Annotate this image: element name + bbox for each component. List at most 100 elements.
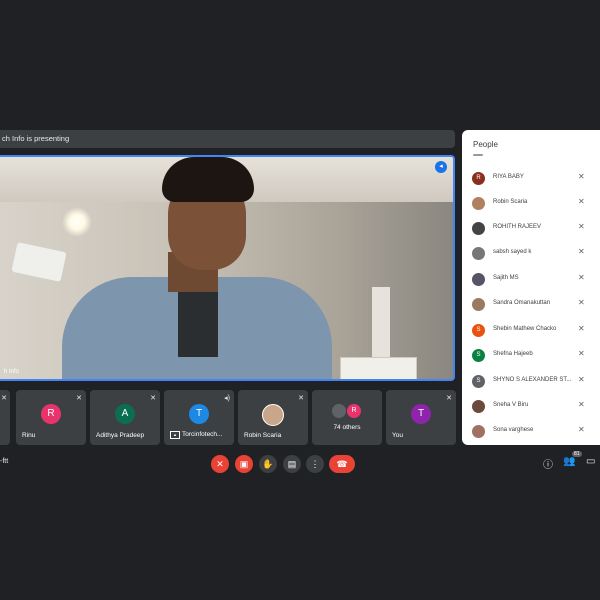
participant-row[interactable]: Robin Scaria ✕ (472, 195, 592, 213)
mic-toggle-button[interactable]: ✕ (211, 455, 229, 473)
mic-off-icon: ✕ (150, 395, 156, 402)
avatar: T (189, 404, 209, 424)
chat-button[interactable]: ▭ (586, 456, 595, 467)
tile-name: Robin Scaria (244, 432, 282, 439)
participant-name: Sajith MS (493, 275, 519, 281)
tile-robin-scaria[interactable]: ✕ Robin Scaria (238, 390, 308, 445)
tile-rinu[interactable]: ✕ R Rinu (16, 390, 86, 445)
mic-off-icon: ✕ (578, 400, 585, 409)
meeting-details-button[interactable]: ⓘ (543, 456, 553, 471)
tile-name: Adithya Pradeep (96, 432, 145, 439)
hangup-icon: ☎ (336, 459, 348, 469)
mic-off-icon: ✕ (578, 247, 585, 256)
people-panel: People R RIYA BABY ✕ Robin Scaria ✕ ROHI… (462, 130, 600, 445)
mic-off-icon: ✕ (578, 298, 585, 307)
participant-avatar: S (472, 324, 485, 337)
presenting-text: ch Info is presenting (2, 134, 70, 143)
speaking-indicator-icon: ◂ (435, 161, 447, 173)
meeting-code: -ftt (0, 458, 9, 465)
participant-avatar (472, 197, 485, 210)
participant-row[interactable]: S SHYNO S ALEXANDER ST... ✕ (472, 373, 592, 391)
tile-name: ▲ Torcinfotech... (170, 431, 222, 439)
speaker-icon: ◂) (224, 395, 230, 402)
mic-off-icon: ✕ (578, 197, 585, 206)
participant-avatar (472, 425, 485, 438)
participant-avatar: S (472, 349, 485, 362)
info-icon: ⓘ (543, 460, 553, 471)
tile-you[interactable]: ✕ T You (386, 390, 456, 445)
present-screen-icon: ▤ (287, 459, 297, 469)
tile-name-text: Torcinfotech... (182, 431, 223, 438)
mic-off-icon: ✕ (578, 172, 585, 181)
participant-name: Shefna Hajeeb (493, 351, 533, 357)
participant-avatar (472, 298, 485, 311)
scroll-hint (473, 154, 483, 156)
tile-adithya-pradeep[interactable]: ✕ A Adithya Pradeep (90, 390, 160, 445)
mic-off-icon: ✕ (578, 222, 585, 231)
tile-name: You (392, 432, 403, 439)
main-video-name: h Info (4, 369, 20, 375)
mic-off-icon: ✕ (578, 349, 585, 358)
present-button[interactable]: ▤ (283, 455, 301, 473)
main-video-feed[interactable]: ◂ h Info (0, 155, 455, 381)
tile-others[interactable]: R 74 others (312, 390, 382, 445)
participant-row[interactable]: S Shefna Hajeeb ✕ (472, 347, 592, 365)
mic-off-icon: ✕ (578, 273, 585, 282)
participant-avatar (472, 273, 485, 286)
participant-avatar (472, 247, 485, 260)
chat-icon: ▭ (586, 456, 596, 467)
tile-name: Rinu (22, 432, 36, 439)
participant-name: sabsh sayed k (493, 249, 532, 255)
ceiling-light (62, 207, 92, 237)
presenter-hair (162, 157, 254, 202)
avatar-photo (332, 404, 346, 418)
mic-off-icon: ✕ (578, 425, 585, 434)
people-icon: 👥 (563, 456, 576, 467)
participant-name: Robin Scaria (493, 199, 528, 205)
participant-row[interactable]: ROHITH RAJEEV ✕ (472, 220, 592, 238)
cardboard-box (340, 357, 417, 379)
participant-avatar (472, 222, 485, 235)
mic-off-icon: ✕ (446, 395, 452, 402)
tile-partial[interactable]: ✕ (0, 390, 10, 445)
mic-off-icon: ✕ (578, 324, 585, 333)
avatar: R (347, 404, 361, 418)
presenting-banner: ch Info is presenting (0, 130, 455, 148)
more-vert-icon: ⋮ (310, 459, 320, 469)
raise-hand-button[interactable]: ✋ (259, 455, 277, 473)
camera-off-icon: ▣ (239, 459, 249, 469)
participant-name: Shebin Mathew Chacko (493, 326, 557, 332)
participant-row[interactable]: Sajith MS ✕ (472, 271, 592, 289)
participant-avatar: S (472, 375, 485, 388)
avatar: R (41, 404, 61, 424)
leave-call-button[interactable]: ☎ (329, 455, 355, 473)
participant-row[interactable]: S Shebin Mathew Chacko ✕ (472, 322, 592, 340)
others-count: 74 others (333, 424, 361, 431)
camera-toggle-button[interactable]: ▣ (235, 455, 253, 473)
participant-row[interactable]: Sona varghese ✕ (472, 423, 592, 441)
participant-count-badge: 81 (572, 451, 582, 457)
avatar: T (411, 404, 431, 424)
participant-row[interactable]: Sandra Omanakuttan ✕ (472, 296, 592, 314)
participant-name: SHYNO S ALEXANDER ST... (493, 377, 572, 383)
participant-name: Sandra Omanakuttan (493, 300, 551, 306)
participant-row[interactable]: sabsh sayed k ✕ (472, 245, 592, 263)
mic-off-icon: ✕ (298, 395, 304, 402)
mic-off-icon: ✕ (1, 395, 7, 402)
people-button[interactable]: 👥 (563, 456, 575, 467)
more-options-button[interactable]: ⋮ (306, 455, 324, 473)
presenter-collar (178, 282, 218, 357)
participant-row[interactable]: Sneha V Biru ✕ (472, 398, 592, 416)
hand-icon: ✋ (262, 459, 274, 469)
participant-name: ROHITH RAJEEV (493, 224, 542, 230)
mic-off-icon: ✕ (216, 459, 224, 469)
avatar-photo (262, 404, 284, 426)
participant-name: Sona varghese (493, 427, 534, 433)
people-title: People (473, 140, 498, 149)
participant-row[interactable]: R RIYA BABY ✕ (472, 170, 592, 188)
present-icon: ▲ (170, 431, 180, 439)
tile-torcinfotech[interactable]: ◂) T ▲ Torcinfotech... (164, 390, 234, 445)
avatar: A (115, 404, 135, 424)
mic-off-icon: ✕ (76, 395, 82, 402)
participant-avatar: R (472, 172, 485, 185)
